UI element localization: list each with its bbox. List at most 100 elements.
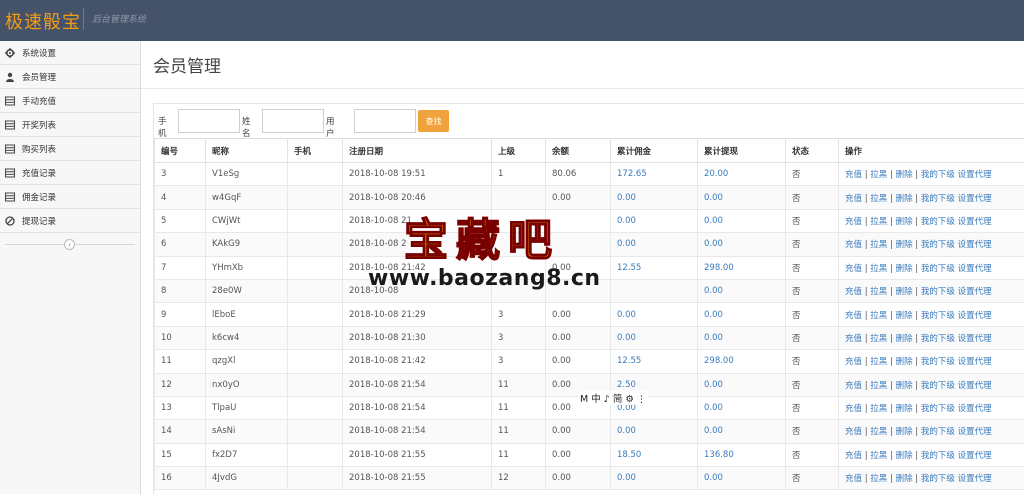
blacklist-link[interactable]: 拉黑 [870, 357, 887, 367]
recharge-link[interactable]: 充值 [845, 240, 862, 250]
blacklist-link[interactable]: 拉黑 [870, 474, 887, 484]
subordinates-link[interactable]: 我的下级 [921, 381, 955, 391]
cell-phone [287, 208, 343, 234]
set-agent-link[interactable]: 设置代理 [958, 217, 992, 227]
subordinates-link[interactable]: 我的下级 [921, 287, 955, 297]
subordinates-link[interactable]: 我的下级 [921, 451, 955, 461]
blacklist-link[interactable]: 拉黑 [870, 287, 887, 297]
set-agent-link[interactable]: 设置代理 [958, 287, 992, 297]
subordinates-link[interactable]: 我的下级 [921, 217, 955, 227]
ime-toolbar[interactable]: M 中 ♪ 简 ⚙ ⋮ [578, 391, 649, 405]
blacklist-link[interactable]: 拉黑 [870, 381, 887, 391]
delete-link[interactable]: 删除 [896, 427, 913, 437]
app-logo[interactable]: 极速骰宝 [5, 8, 81, 34]
cell-nickname: V1eSg [205, 161, 288, 187]
subordinates-link[interactable]: 我的下级 [921, 404, 955, 414]
set-agent-link[interactable]: 设置代理 [958, 240, 992, 250]
recharge-link[interactable]: 充值 [845, 311, 862, 321]
blacklist-link[interactable]: 拉黑 [870, 311, 887, 321]
subordinates-link[interactable]: 我的下级 [921, 240, 955, 250]
set-agent-link[interactable]: 设置代理 [958, 357, 992, 367]
recharge-link[interactable]: 充值 [845, 474, 862, 484]
cell-commission: 12.55 [610, 349, 698, 374]
blacklist-link[interactable]: 拉黑 [870, 334, 887, 344]
cell-phone [287, 349, 343, 374]
name-input[interactable] [262, 109, 324, 133]
set-agent-link[interactable]: 设置代理 [958, 404, 992, 414]
cell-reg-date: 2018-10-08 21:55 [342, 442, 492, 468]
set-agent-link[interactable]: 设置代理 [958, 311, 992, 321]
delete-link[interactable]: 删除 [896, 404, 913, 414]
sidebar-item-withdraw-records[interactable]: 提现记录 [0, 209, 140, 233]
blacklist-link[interactable]: 拉黑 [870, 404, 887, 414]
search-button[interactable]: 查找 [418, 110, 449, 132]
sidebar-item-members[interactable]: 会员管理 [0, 65, 140, 89]
set-agent-link[interactable]: 设置代理 [958, 427, 992, 437]
blacklist-link[interactable]: 拉黑 [870, 217, 887, 227]
delete-link[interactable]: 删除 [896, 451, 913, 461]
set-agent-link[interactable]: 设置代理 [958, 170, 992, 180]
subordinates-link[interactable]: 我的下级 [921, 357, 955, 367]
delete-link[interactable]: 删除 [896, 311, 913, 321]
delete-link[interactable]: 删除 [896, 357, 913, 367]
delete-link[interactable]: 删除 [896, 334, 913, 344]
delete-link[interactable]: 删除 [896, 287, 913, 297]
cell-status: 否 [785, 161, 839, 187]
recharge-link[interactable]: 充值 [845, 404, 862, 414]
subordinates-link[interactable]: 我的下级 [921, 474, 955, 484]
recharge-link[interactable]: 充值 [845, 334, 862, 344]
phone-input[interactable] [178, 109, 240, 133]
set-agent-link[interactable]: 设置代理 [958, 264, 992, 274]
delete-link[interactable]: 删除 [896, 240, 913, 250]
subordinates-link[interactable]: 我的下级 [921, 311, 955, 321]
title-divider [141, 88, 1024, 89]
recharge-link[interactable]: 充值 [845, 194, 862, 204]
set-agent-link[interactable]: 设置代理 [958, 451, 992, 461]
recharge-link[interactable]: 充值 [845, 217, 862, 227]
delete-link[interactable]: 删除 [896, 217, 913, 227]
sidebar-collapse-button[interactable]: ‹ [64, 239, 75, 250]
subordinates-link[interactable]: 我的下级 [921, 170, 955, 180]
subordinates-link[interactable]: 我的下级 [921, 427, 955, 437]
cell-actions: 充值 | 拉黑 | 删除 | 我的下级 设置代理 [838, 161, 1024, 187]
blacklist-link[interactable]: 拉黑 [870, 240, 887, 250]
recharge-link[interactable]: 充值 [845, 381, 862, 391]
sidebar-item-purchase-list[interactable]: 购买列表 [0, 137, 140, 161]
blacklist-link[interactable]: 拉黑 [870, 427, 887, 437]
userid-input[interactable] [354, 109, 416, 133]
action-separator: | [887, 380, 896, 391]
blacklist-link[interactable]: 拉黑 [870, 264, 887, 274]
recharge-link[interactable]: 充值 [845, 287, 862, 297]
delete-link[interactable]: 删除 [896, 194, 913, 204]
delete-link[interactable]: 删除 [896, 170, 913, 180]
set-agent-link[interactable]: 设置代理 [958, 474, 992, 484]
set-agent-link[interactable]: 设置代理 [958, 381, 992, 391]
delete-link[interactable]: 删除 [896, 474, 913, 484]
recharge-link[interactable]: 充值 [845, 427, 862, 437]
subordinates-link[interactable]: 我的下级 [921, 334, 955, 344]
sidebar-item-system-settings[interactable]: 系统设置 [0, 41, 140, 65]
blacklist-link[interactable]: 拉黑 [870, 170, 887, 180]
set-agent-link[interactable]: 设置代理 [958, 194, 992, 204]
cell-id: 6 [154, 232, 206, 257]
sidebar-item-commission-records[interactable]: 佣金记录 [0, 185, 140, 209]
blacklist-link[interactable]: 拉黑 [870, 194, 887, 204]
sidebar-item-recharge-records[interactable]: 充值记录 [0, 161, 140, 185]
cell-nickname: 4JvdG [205, 466, 288, 491]
recharge-link[interactable]: 充值 [845, 264, 862, 274]
action-separator: | [912, 193, 921, 204]
set-agent-link[interactable]: 设置代理 [958, 334, 992, 344]
delete-link[interactable]: 删除 [896, 381, 913, 391]
sidebar-item-draw-list[interactable]: 开奖列表 [0, 113, 140, 137]
delete-link[interactable]: 删除 [896, 264, 913, 274]
recharge-link[interactable]: 充值 [845, 357, 862, 367]
cell-reg-date: 2018-10-08 21:42 [342, 349, 492, 374]
sidebar-item-manual-recharge[interactable]: 手动充值 [0, 89, 140, 113]
blacklist-link[interactable]: 拉黑 [870, 451, 887, 461]
cell-actions: 充值 | 拉黑 | 删除 | 我的下级 设置代理 [838, 278, 1024, 304]
recharge-link[interactable]: 充值 [845, 451, 862, 461]
subordinates-link[interactable]: 我的下级 [921, 264, 955, 274]
subordinates-link[interactable]: 我的下级 [921, 194, 955, 204]
recharge-link[interactable]: 充值 [845, 170, 862, 180]
cell-actions: 充值 | 拉黑 | 删除 | 我的下级 设置代理 [838, 419, 1024, 444]
